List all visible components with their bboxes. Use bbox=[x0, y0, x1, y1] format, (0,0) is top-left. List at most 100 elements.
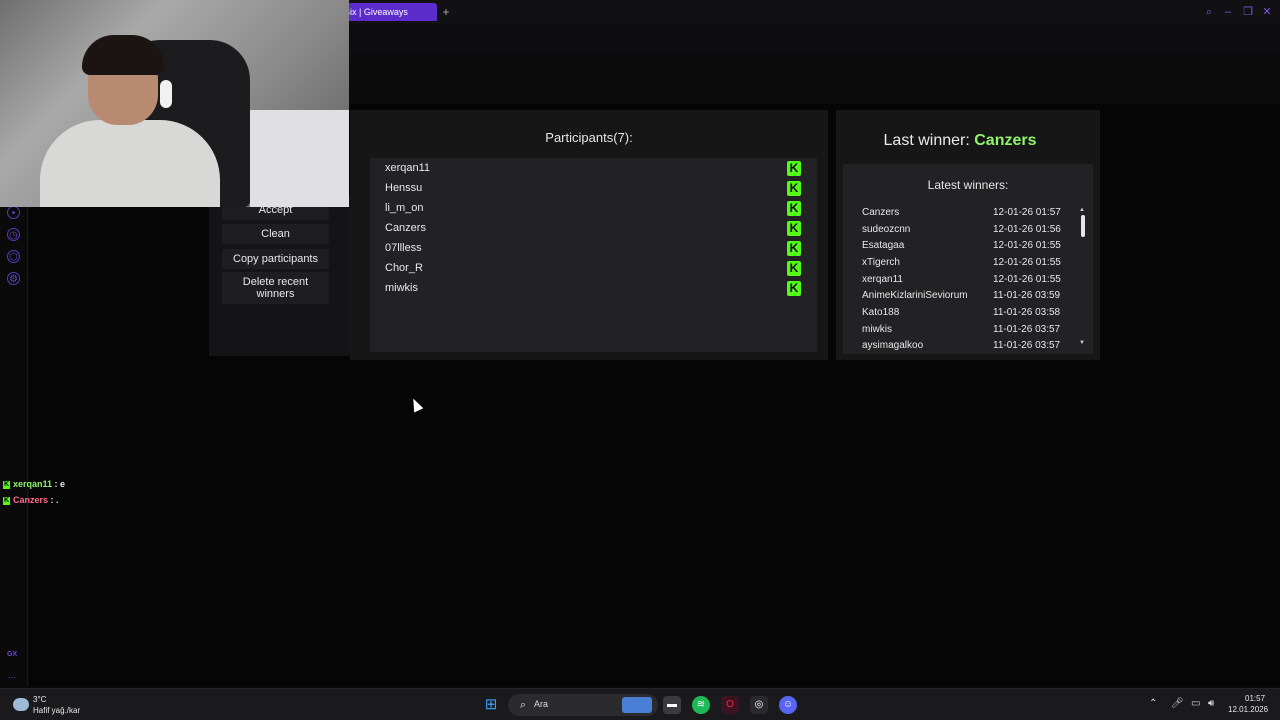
kick-platform-icon: K bbox=[787, 261, 801, 276]
winner-date: 12-01-26 01:56 bbox=[993, 224, 1061, 235]
winner-name: Kato188 bbox=[862, 307, 900, 318]
new-tab-button[interactable]: + bbox=[440, 4, 452, 20]
participant-row[interactable]: li_m_on K bbox=[370, 199, 817, 219]
participant-row[interactable]: Canzers K bbox=[370, 219, 817, 239]
volume-icon[interactable]: 🔊︎ bbox=[1208, 698, 1214, 709]
tray-chevron-up-icon[interactable]: ⌃ bbox=[1149, 698, 1157, 709]
minimize-icon[interactable]: – bbox=[1220, 4, 1236, 20]
chat-text: : . bbox=[48, 495, 59, 505]
clean-button[interactable]: Clean bbox=[222, 224, 329, 244]
participant-name: miwkis bbox=[385, 282, 418, 294]
participant-name: li_m_on bbox=[385, 202, 424, 214]
kick-platform-icon: K bbox=[787, 241, 801, 256]
winner-date: 11-01-26 03:58 bbox=[993, 307, 1061, 318]
winner-row: AnimeKizlariniSeviorum 11-01-26 03:59 bbox=[862, 290, 1067, 306]
discord-icon[interactable]: ☺ bbox=[779, 696, 797, 714]
chat-username: Canzers bbox=[13, 495, 49, 505]
file-explorer-icon[interactable]: ▬ bbox=[663, 696, 681, 714]
close-icon[interactable]: ✕ bbox=[1259, 4, 1275, 20]
winner-row: miwkis 11-01-26 03:57 bbox=[862, 324, 1067, 340]
kick-platform-icon: K bbox=[787, 181, 801, 196]
winner-row: Esatagaa 12-01-26 01:55 bbox=[862, 240, 1067, 256]
spotify-icon[interactable]: ≋ bbox=[692, 696, 710, 714]
participant-row[interactable]: Chor_R K bbox=[370, 259, 817, 279]
scroll-down-icon[interactable]: ▼ bbox=[1079, 340, 1085, 346]
participant-name: Canzers bbox=[385, 222, 426, 234]
latest-winners-title: Latest winners: bbox=[927, 178, 1009, 192]
participant-row[interactable]: miwkis K bbox=[370, 279, 817, 299]
winner-date: 12-01-26 01:55 bbox=[993, 257, 1061, 268]
participant-name: Henssu bbox=[385, 182, 423, 194]
winner-row: aysimagalkoo 11-01-26 03:57 bbox=[862, 340, 1067, 354]
player-icon[interactable]: • bbox=[7, 206, 20, 219]
webcam-person-hair bbox=[82, 35, 164, 75]
winner-name: AnimeKizlariniSeviorum bbox=[862, 290, 968, 301]
microphone-icon[interactable]: 🎤︎ bbox=[1171, 698, 1184, 709]
tab-giveaways[interactable]: Bix | Giveaways bbox=[337, 3, 437, 21]
search-tabs-icon[interactable]: ⌕ bbox=[1201, 4, 1217, 20]
winners-panel: Last winner: Canzers Latest winners: Can… bbox=[836, 110, 1100, 360]
winner-name: Esatagaa bbox=[862, 240, 905, 251]
last-winner-heading: Last winner: Canzers bbox=[836, 132, 1084, 150]
latest-winners-list: Latest winners: Canzers 12-01-26 01:57 s… bbox=[843, 164, 1093, 354]
taskbar-search[interactable]: ⌕ Ara bbox=[508, 694, 658, 716]
winner-name: Canzers bbox=[862, 207, 900, 218]
winner-date: 11-01-26 03:57 bbox=[993, 324, 1061, 335]
winner-row: xTigerch 12-01-26 01:55 bbox=[862, 257, 1067, 273]
search-highlight-image[interactable] bbox=[622, 697, 652, 713]
clock-date[interactable]: 12.01.2026 bbox=[1228, 705, 1268, 714]
history-icon[interactable]: ◷ bbox=[7, 228, 20, 241]
webcam-overlay bbox=[0, 0, 349, 207]
more-options-icon[interactable]: ... bbox=[8, 670, 16, 680]
winner-date: 11-01-26 03:57 bbox=[993, 340, 1061, 351]
winner-date: 12-01-26 01:55 bbox=[993, 240, 1061, 251]
winner-row: Canzers 12-01-26 01:57 bbox=[862, 207, 1067, 223]
chat-message: Kxerqan11 : e bbox=[3, 479, 65, 489]
winner-name: sudeozcnn bbox=[862, 224, 911, 235]
kick-platform-icon: K bbox=[787, 221, 801, 236]
kick-platform-icon: K bbox=[787, 201, 801, 216]
weather-description[interactable]: Hafif yağ./kar bbox=[33, 706, 80, 715]
last-winner-label: Last winner: bbox=[883, 132, 970, 149]
kick-platform-icon: K bbox=[787, 281, 801, 296]
kick-badge-icon: K bbox=[3, 496, 10, 505]
scroll-thumb[interactable] bbox=[1081, 215, 1085, 237]
participants-title: Participants(7): bbox=[545, 130, 633, 145]
participants-panel: Participants(7): xerqan11 K Henssu K li_… bbox=[350, 110, 828, 360]
search-placeholder: Ara bbox=[534, 699, 549, 709]
steam-icon[interactable]: ◎ bbox=[750, 696, 768, 714]
winners-scrollbar[interactable]: ▲ ▼ bbox=[1079, 207, 1087, 349]
windows-taskbar: 3°C Hafif yağ./kar ⊞ ⌕ Ara ▬ ≋ O ◎ ☺ ⌃ 🎤… bbox=[0, 688, 1280, 720]
winner-name: xerqan11 bbox=[862, 274, 903, 285]
scroll-up-icon[interactable]: ▲ bbox=[1079, 207, 1085, 213]
participant-list: xerqan11 K Henssu K li_m_on K Canzers K … bbox=[370, 158, 817, 352]
start-windows-icon[interactable]: ⊞ bbox=[483, 697, 499, 713]
delete-recent-winners-button[interactable]: Delete recent winners bbox=[222, 272, 329, 304]
restore-icon[interactable]: ❐ bbox=[1240, 4, 1256, 20]
clock-time[interactable]: 01:57 bbox=[1245, 694, 1265, 703]
participant-row[interactable]: xerqan11 K bbox=[370, 159, 817, 179]
participant-name: Chor_R bbox=[385, 262, 423, 274]
chat-message: K Canzers : . bbox=[3, 495, 59, 505]
gx-logo: GX bbox=[7, 651, 18, 658]
winner-row: xerqan11 12-01-26 01:55 bbox=[862, 274, 1067, 290]
opera-gx-icon[interactable]: O bbox=[721, 696, 739, 714]
weather-icon[interactable] bbox=[13, 698, 29, 711]
copy-participants-button[interactable]: Copy participants bbox=[222, 249, 329, 269]
participant-row[interactable]: Henssu K bbox=[370, 179, 817, 199]
winner-row: sudeozcnn 12-01-26 01:56 bbox=[862, 224, 1067, 240]
winner-date: 12-01-26 01:55 bbox=[993, 274, 1061, 285]
network-icon[interactable]: ▭ bbox=[1191, 698, 1200, 709]
search-icon: ⌕ bbox=[519, 699, 527, 711]
winner-name: miwkis bbox=[862, 324, 892, 335]
settings-gear-icon[interactable]: ⚙ bbox=[7, 272, 20, 285]
chat-text: : e bbox=[52, 479, 66, 489]
weather-temperature[interactable]: 3°C bbox=[33, 695, 46, 704]
winner-row: Kato188 11-01-26 03:58 bbox=[862, 307, 1067, 323]
extensions-icon[interactable]: ⬡ bbox=[7, 250, 20, 263]
kick-platform-icon: K bbox=[787, 161, 801, 176]
webcam-background-bed bbox=[250, 110, 349, 207]
winner-date: 11-01-26 03:59 bbox=[993, 290, 1061, 301]
last-winner-name: Canzers bbox=[974, 132, 1037, 149]
participant-row[interactable]: 07llless K bbox=[370, 239, 817, 259]
